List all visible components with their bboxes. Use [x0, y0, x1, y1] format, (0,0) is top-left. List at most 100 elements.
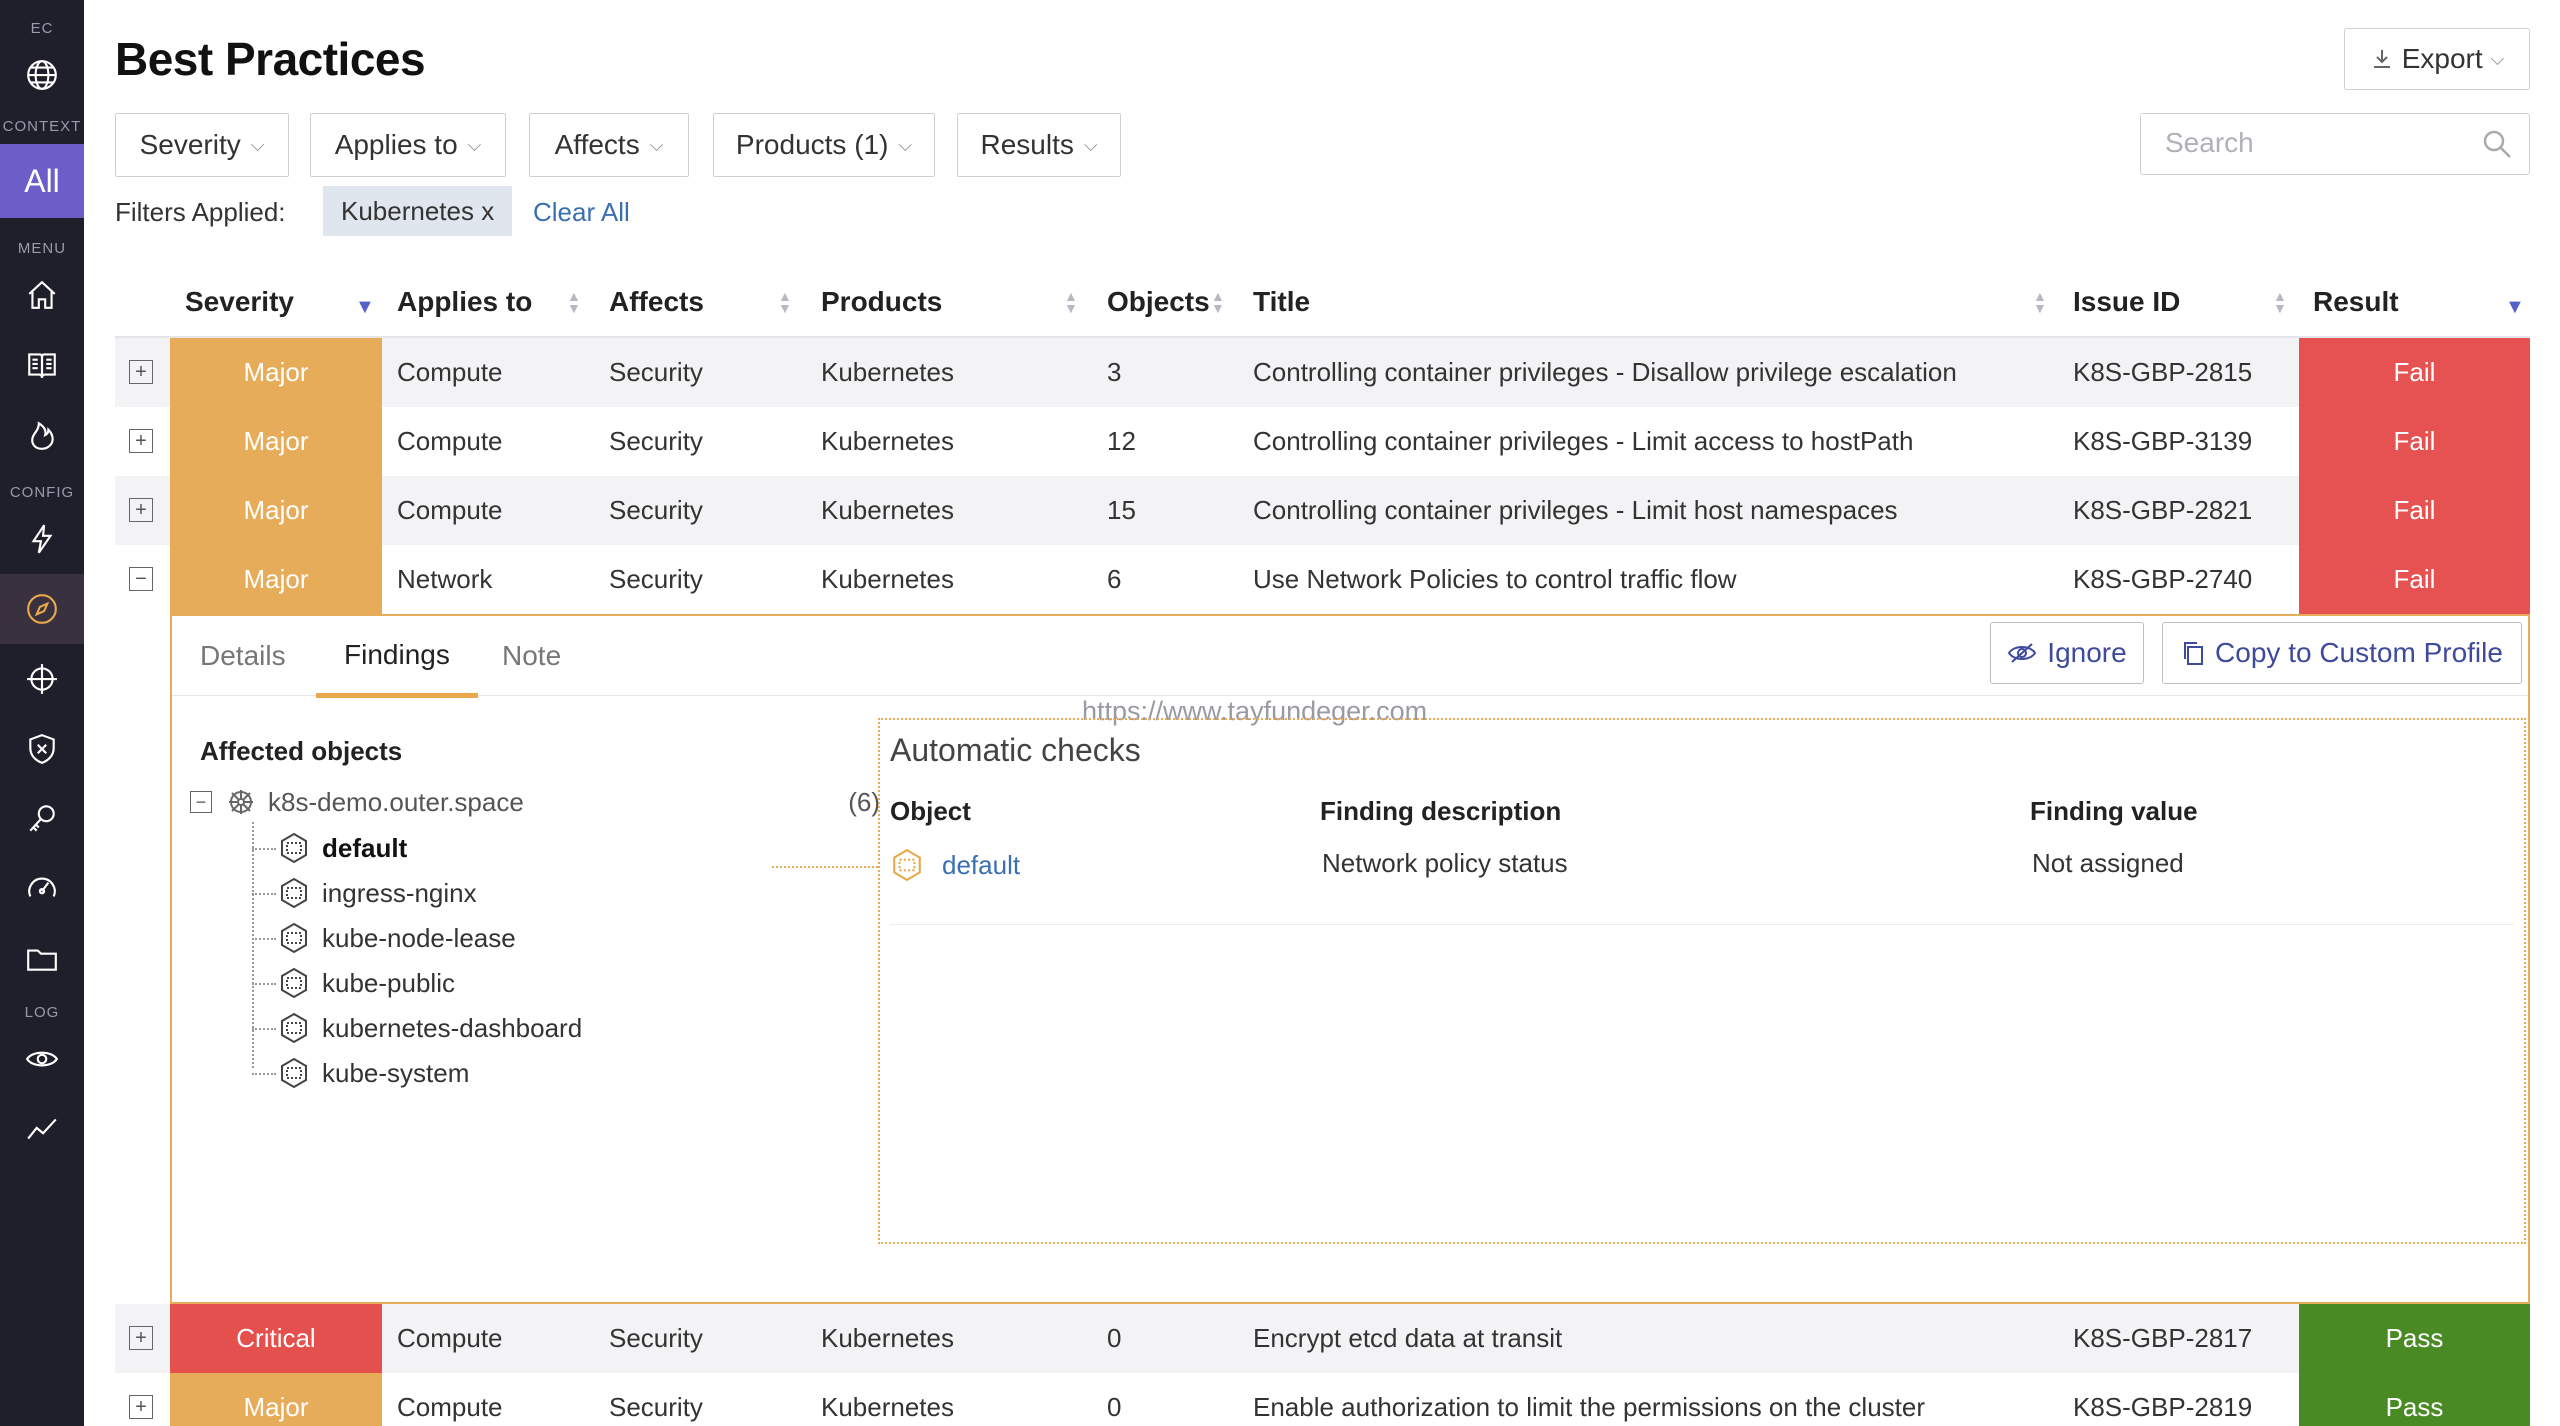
column-header-affects[interactable]: Affects — [609, 266, 704, 338]
column-header-objects[interactable]: Objects — [1107, 266, 1210, 338]
ignore-button[interactable]: Ignore — [1990, 622, 2144, 684]
tree-item-namespace[interactable]: kube-public — [278, 963, 455, 1003]
table-row-expanded[interactable]: − Major Network Security Kubernetes 6 Us… — [115, 545, 2530, 614]
collapse-tree-icon[interactable]: − — [190, 791, 212, 813]
divider — [890, 924, 2514, 925]
table-row[interactable]: + Major Compute Security Kubernetes 15 C… — [115, 476, 2530, 545]
column-header-result[interactable]: Result — [2313, 266, 2399, 338]
result-badge: Fail — [2299, 338, 2530, 407]
collapse-row-icon[interactable]: − — [129, 567, 153, 591]
sort-desc-icon[interactable]: ▼ — [355, 296, 375, 319]
export-button[interactable]: Export ⌵ — [2344, 28, 2530, 90]
eye-icon[interactable] — [0, 1024, 84, 1094]
namespace-label: kube-node-lease — [322, 922, 516, 953]
context-all-button[interactable]: All — [0, 144, 84, 218]
compass-icon[interactable] — [0, 574, 84, 644]
search-input[interactable] — [2141, 114, 2461, 172]
cell-title: Controlling container privileges - Limit… — [1253, 426, 1914, 456]
filter-chip-kubernetes[interactable]: Kubernetes x — [323, 186, 513, 236]
filter-affects-button[interactable]: Affects ⌵ — [529, 113, 689, 177]
column-header-title[interactable]: Title — [1253, 266, 1310, 338]
column-header-severity[interactable]: Severity — [185, 266, 294, 338]
expand-row-icon[interactable]: + — [129, 1395, 153, 1419]
table-row[interactable]: + Major Compute Security Kubernetes 3 Co… — [115, 338, 2530, 407]
sort-icon[interactable]: ▲ ▼ — [1211, 289, 1225, 315]
namespace-icon — [281, 922, 307, 954]
filter-severity-button[interactable]: Severity ⌵ — [115, 113, 289, 177]
sort-icon[interactable]: ▲ ▼ — [567, 289, 581, 315]
result-badge: Fail — [2299, 407, 2530, 476]
column-header-applies-to[interactable]: Applies to — [397, 266, 532, 338]
column-header-products[interactable]: Products — [821, 266, 942, 338]
table-row[interactable]: + Critical Compute Security Kubernetes 0… — [115, 1304, 2530, 1373]
home-icon[interactable] — [0, 260, 84, 330]
table-row[interactable]: + Major Compute Security Kubernetes 12 C… — [115, 407, 2530, 476]
fire-icon[interactable] — [0, 400, 84, 470]
book-icon[interactable] — [0, 330, 84, 400]
sort-desc-icon[interactable]: ▼ — [2505, 296, 2525, 319]
cell-applies-to: Compute — [397, 1392, 503, 1422]
tree-item-namespace[interactable]: kube-system — [278, 1053, 469, 1093]
tree-item-namespace[interactable]: kube-node-lease — [278, 918, 516, 958]
key-icon[interactable] — [0, 784, 84, 854]
tree-root-cluster[interactable]: − k8s-demo.outer.space (6) — [190, 782, 880, 822]
shield-icon[interactable] — [0, 714, 84, 784]
expand-row-icon[interactable]: + — [129, 429, 153, 453]
namespace-icon — [281, 1057, 307, 1089]
tab-details[interactable]: Details — [200, 616, 286, 696]
sort-icon[interactable]: ▲ ▼ — [2033, 289, 2047, 315]
bolt-icon[interactable] — [0, 504, 84, 574]
table-row[interactable]: + Major Compute Security Kubernetes 0 En… — [115, 1373, 2530, 1426]
namespace-label: kube-system — [322, 1057, 470, 1088]
cell-issue-id: K8S-GBP-2815 — [2073, 357, 2253, 387]
sort-icon[interactable]: ▲ ▼ — [2273, 289, 2287, 315]
checks-value: Not assigned — [2032, 848, 2184, 878]
filter-applies-to-button[interactable]: Applies to ⌵ — [310, 113, 506, 177]
gauge-icon[interactable] — [0, 854, 84, 924]
checks-object-link[interactable]: default — [890, 848, 1020, 882]
cell-title: Use Network Policies to control traffic … — [1253, 564, 1737, 594]
namespace-label: kube-public — [322, 967, 455, 998]
cell-affects: Security — [609, 495, 703, 525]
tree-item-namespace[interactable]: kubernetes-dashboard — [278, 1008, 582, 1048]
cell-objects: 12 — [1107, 426, 1136, 456]
filter-applies-to-label: Applies to — [334, 129, 458, 160]
cell-issue-id: K8S-GBP-3139 — [2073, 426, 2253, 456]
kubernetes-wheel-icon — [229, 790, 253, 814]
sort-icon[interactable]: ▲ ▼ — [1064, 289, 1078, 315]
chevron-down-icon: ⌵ — [2490, 48, 2505, 69]
column-header-issue-id[interactable]: Issue ID — [2073, 266, 2180, 338]
checks-header-value: Finding value — [2030, 796, 2198, 826]
filter-results-button[interactable]: Results ⌵ — [957, 113, 1121, 177]
copy-icon — [2184, 642, 2204, 665]
chevron-down-icon: ⌵ — [250, 134, 265, 155]
search-box — [2140, 113, 2530, 175]
tree-item-namespace[interactable]: default — [278, 828, 407, 868]
cell-issue-id: K8S-GBP-2740 — [2073, 564, 2253, 594]
tree-connector — [252, 893, 276, 895]
cell-objects: 6 — [1107, 564, 1122, 594]
section-label-ec: EC — [30, 20, 54, 37]
cell-affects: Security — [609, 1323, 703, 1353]
filter-products-button[interactable]: Products (1) ⌵ — [713, 113, 935, 177]
clear-all-link[interactable]: Clear All — [533, 197, 630, 228]
tab-note[interactable]: Note — [502, 616, 561, 696]
expand-row-icon[interactable]: + — [129, 498, 153, 522]
affected-objects-title: Affected objects — [200, 736, 403, 766]
folder-icon[interactable] — [0, 924, 84, 994]
search-icon[interactable] — [2481, 128, 2513, 160]
sort-icon[interactable]: ▲ ▼ — [778, 289, 792, 315]
cell-objects: 0 — [1107, 1323, 1122, 1353]
globe-icon[interactable] — [0, 40, 84, 110]
expand-row-icon[interactable]: + — [129, 1326, 153, 1350]
cell-affects: Security — [609, 357, 703, 387]
tab-findings[interactable]: Findings — [316, 616, 478, 698]
cell-product: Kubernetes — [821, 1323, 954, 1353]
copy-to-custom-profile-button[interactable]: Copy to Custom Profile — [2162, 622, 2522, 684]
tree-connector — [252, 938, 276, 940]
tree-item-namespace[interactable]: ingress-nginx — [278, 873, 477, 913]
expand-row-icon[interactable]: + — [129, 360, 153, 384]
crosshair-icon[interactable] — [0, 644, 84, 714]
trend-icon[interactable] — [0, 1094, 84, 1164]
namespace-label: ingress-nginx — [322, 877, 477, 908]
